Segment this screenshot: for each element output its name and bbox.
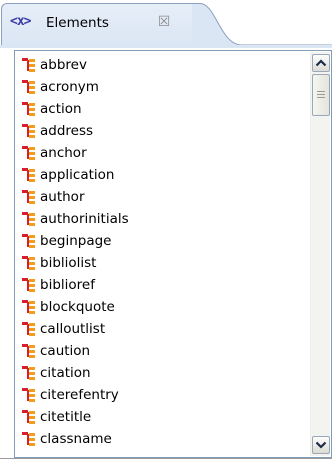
xml-tag-icon: <x> bbox=[10, 14, 32, 29]
list-item[interactable]: blockquote bbox=[20, 296, 305, 318]
element-icon bbox=[22, 168, 35, 182]
scroll-down-button[interactable] bbox=[312, 436, 330, 454]
list-item-label: calloutlist bbox=[40, 321, 106, 337]
list-item[interactable]: address bbox=[20, 120, 305, 142]
element-icon bbox=[22, 410, 35, 424]
list-item-label: biblioref bbox=[40, 277, 95, 293]
vertical-scrollbar[interactable] bbox=[310, 52, 330, 456]
grip-line bbox=[317, 97, 325, 98]
element-icon bbox=[22, 322, 35, 336]
element-icon bbox=[22, 234, 35, 248]
tab-underline bbox=[0, 45, 332, 48]
list-item-label: authorinitials bbox=[40, 211, 129, 227]
list-item[interactable]: anchor bbox=[20, 142, 305, 164]
list-item-label: citation bbox=[40, 365, 91, 381]
list-item[interactable]: calloutlist bbox=[20, 318, 305, 340]
list-item[interactable]: application bbox=[20, 164, 305, 186]
grip-line bbox=[317, 91, 325, 92]
element-icon bbox=[22, 344, 35, 358]
list-item-label: anchor bbox=[40, 145, 87, 161]
scrollbar-thumb[interactable] bbox=[312, 74, 330, 116]
list-item-label: classname bbox=[40, 431, 112, 447]
list-item[interactable]: biblioref bbox=[20, 274, 305, 296]
element-icon bbox=[22, 102, 35, 116]
list-item[interactable]: caution bbox=[20, 340, 305, 362]
element-icon bbox=[22, 124, 35, 138]
element-icon bbox=[22, 58, 35, 72]
arrow-up-icon bbox=[315, 59, 327, 67]
list-item-label: caution bbox=[40, 343, 91, 359]
element-icon bbox=[22, 432, 35, 446]
element-icon bbox=[22, 256, 35, 270]
list-item-label: application bbox=[40, 167, 115, 183]
list-item[interactable]: abbrev bbox=[20, 54, 305, 76]
list-item-label: action bbox=[40, 101, 82, 117]
list-item[interactable]: classname bbox=[20, 428, 305, 450]
list-item[interactable]: acronym bbox=[20, 76, 305, 98]
element-icon bbox=[22, 388, 35, 402]
tab-elements[interactable]: <x> Elements ☒ bbox=[1, 3, 201, 45]
list-item[interactable]: bibliolist bbox=[20, 252, 305, 274]
list-item-label: abbrev bbox=[40, 57, 87, 73]
list-item[interactable]: action bbox=[20, 98, 305, 120]
list-item[interactable]: authorinitials bbox=[20, 208, 305, 230]
element-icon bbox=[22, 146, 35, 160]
list-item[interactable]: citation bbox=[20, 362, 305, 384]
view-tab-strip: <x> Elements ☒ bbox=[0, 0, 332, 48]
element-icon bbox=[22, 300, 35, 314]
list-item[interactable]: citerefentry bbox=[20, 384, 305, 406]
list-item-label: acronym bbox=[40, 79, 99, 95]
list-item-label: citetitle bbox=[40, 409, 92, 425]
element-icon bbox=[22, 366, 35, 380]
list-item-label: bibliolist bbox=[40, 255, 97, 271]
list-item-label: author bbox=[40, 189, 85, 205]
list-item[interactable]: citetitle bbox=[20, 406, 305, 428]
elements-list[interactable]: abbrev acronym action address anchor applicat… bbox=[20, 54, 305, 454]
elements-view: <x> Elements ☒ abbrev acronym action addres… bbox=[0, 0, 332, 459]
tab-edge-curve bbox=[192, 3, 332, 48]
arrow-down-icon bbox=[315, 441, 327, 449]
grip-line bbox=[317, 94, 325, 95]
element-icon bbox=[22, 212, 35, 226]
element-icon bbox=[22, 190, 35, 204]
list-item-label: address bbox=[40, 123, 94, 139]
element-icon bbox=[22, 80, 35, 94]
element-icon bbox=[22, 278, 35, 292]
list-item[interactable]: beginpage bbox=[20, 230, 305, 252]
list-item[interactable]: author bbox=[20, 186, 305, 208]
scroll-up-button[interactable] bbox=[312, 54, 330, 72]
list-item-label: beginpage bbox=[40, 233, 112, 249]
list-item-label: blockquote bbox=[40, 299, 115, 315]
tab-title: Elements bbox=[46, 15, 109, 31]
close-icon[interactable]: ☒ bbox=[156, 14, 172, 30]
list-item-label: citerefentry bbox=[40, 387, 119, 403]
